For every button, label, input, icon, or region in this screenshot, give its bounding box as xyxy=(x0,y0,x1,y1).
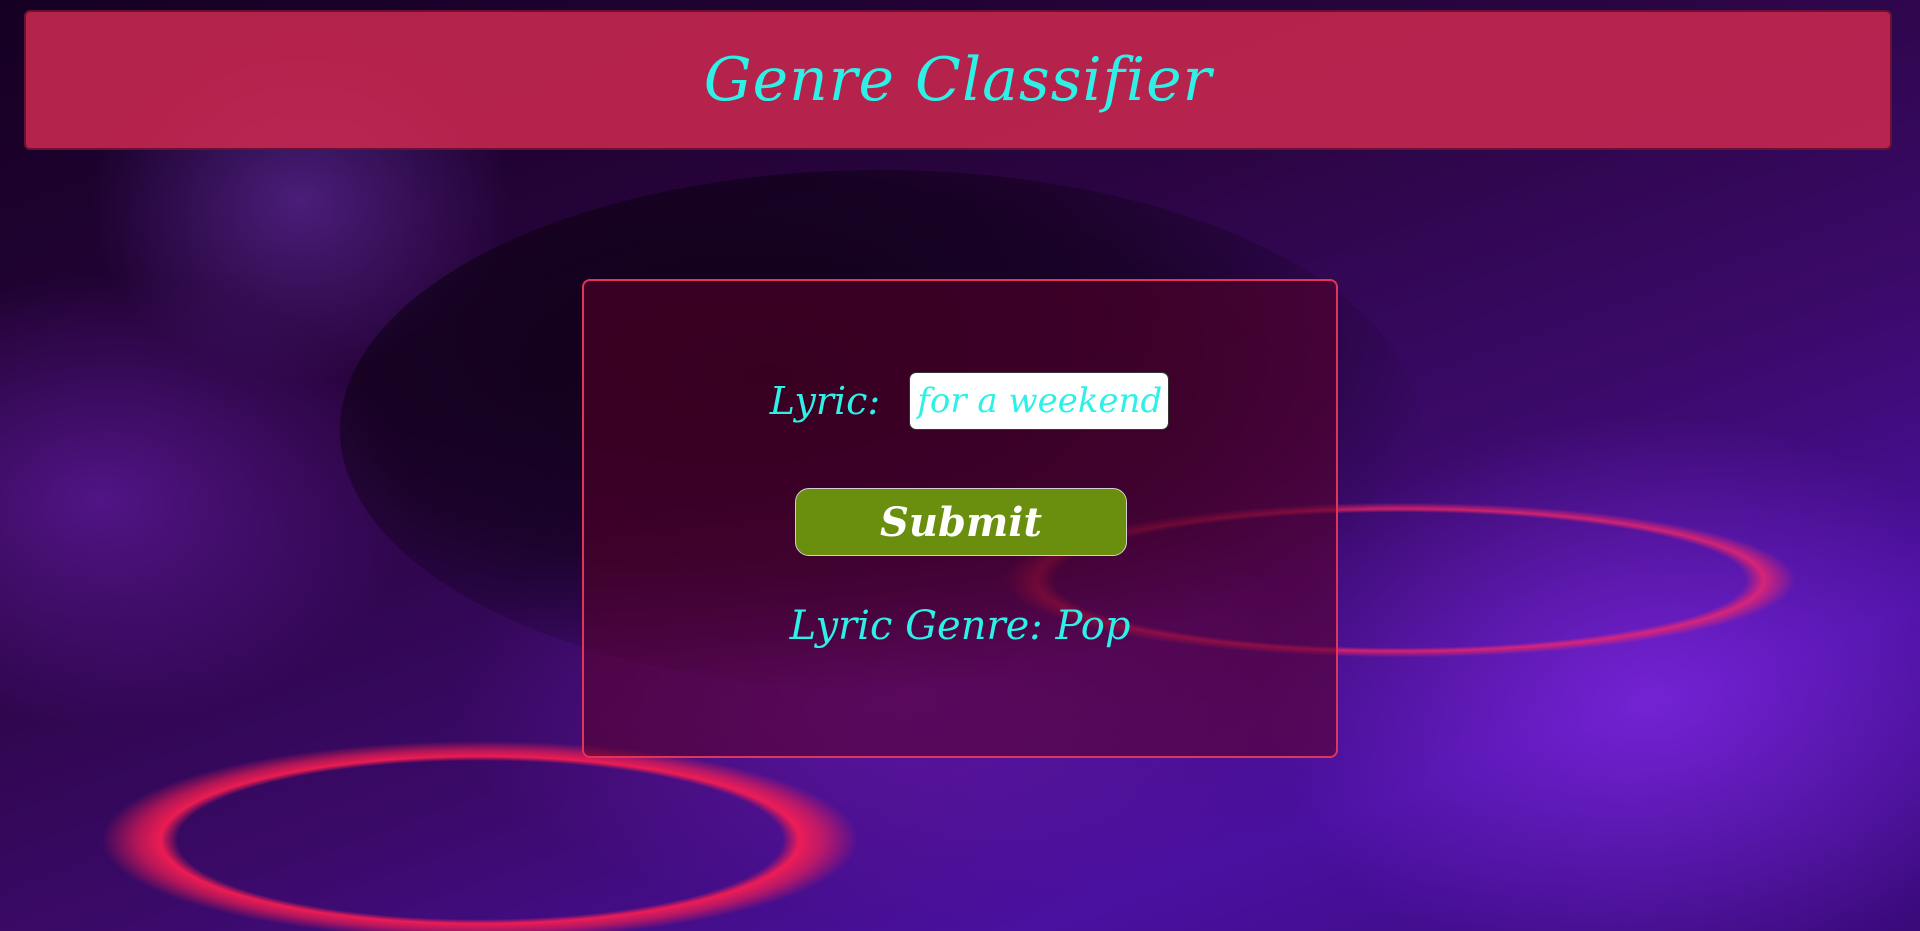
classifier-form-panel: Lyric: Submit Lyric Genre: Pop xyxy=(582,279,1338,758)
page-header: Genre Classifier xyxy=(24,10,1892,150)
lyric-input[interactable] xyxy=(909,372,1170,430)
submit-button[interactable]: Submit xyxy=(795,488,1127,556)
page-title: Genre Classifier xyxy=(703,45,1213,115)
lyric-row: Lyric: xyxy=(584,372,1336,430)
lyric-genre-result: Lyric Genre: Pop xyxy=(789,603,1131,649)
lyric-label: Lyric: xyxy=(769,379,881,423)
